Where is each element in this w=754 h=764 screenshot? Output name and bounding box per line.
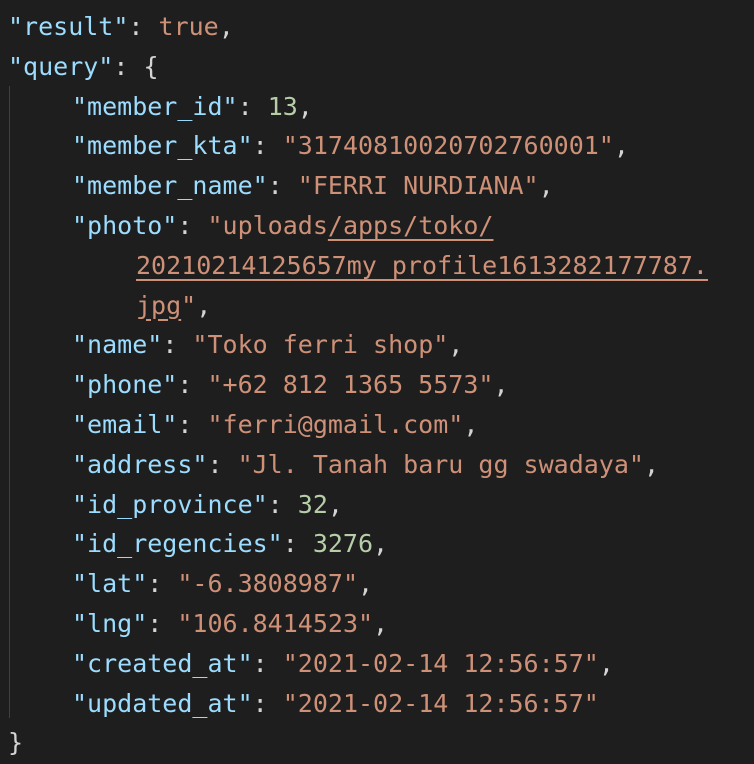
json-separator: :: [237, 91, 268, 121]
json-separator: :: [267, 171, 298, 201]
json-comma: ,: [373, 608, 389, 638]
json-separator: :: [128, 12, 159, 41]
json-key: "id_province": [72, 489, 268, 519]
json-value-string: "2021-02-14 12:56:57": [282, 648, 599, 678]
json-comma: ,: [598, 648, 614, 678]
json-key: "phone": [72, 370, 178, 400]
json-key: "photo": [72, 210, 178, 240]
json-key: "address": [72, 449, 208, 479]
code-line-email[interactable]: "email": "ferri@gmail.com",: [0, 405, 754, 445]
code-line-member-kta[interactable]: "member_kta": "31740810020702760001",: [0, 126, 754, 166]
json-separator: :: [282, 529, 313, 559]
code-line-closing-brace[interactable]: }: [0, 723, 754, 763]
code-line-query[interactable]: "query": {: [0, 47, 754, 87]
json-key: "name": [72, 330, 163, 360]
json-separator: :: [113, 51, 144, 81]
code-line-name[interactable]: "name": "Toko ferri shop",: [0, 325, 754, 365]
code-line-address[interactable]: "address": "Jl. Tanah baru gg swadaya",: [0, 445, 754, 485]
photo-path-link[interactable]: jpg: [136, 291, 181, 320]
code-line-member-id[interactable]: "member_id": 13,: [0, 87, 754, 127]
json-key: "result": [8, 12, 129, 41]
code-line-lng[interactable]: "lng": "106.8414523",: [0, 604, 754, 644]
photo-path-link[interactable]: 20210214125657my_profile1613282177787.: [136, 251, 708, 280]
code-line-lat[interactable]: "lat": "-6.3808987",: [0, 564, 754, 604]
json-value-string: "ferri@gmail.com": [207, 409, 464, 439]
code-line-member-name[interactable]: "member_name": "FERRI NURDIANA",: [0, 166, 754, 206]
code-line-photo-wrap-1[interactable]: 20210214125657my_profile1613282177787.: [0, 246, 754, 286]
json-separator: :: [267, 489, 298, 519]
json-comma: ,: [643, 449, 660, 479]
json-comma: ,: [538, 171, 554, 201]
json-value-string: "-6.3808987": [177, 569, 358, 599]
json-comma: ,: [297, 91, 313, 121]
json-close-brace: }: [8, 728, 24, 758]
json-key: "member_id": [72, 91, 238, 121]
json-separator: :: [162, 330, 193, 360]
code-line-photo-wrap-2[interactable]: jpg",: [0, 286, 754, 326]
code-line-created-at[interactable]: "created_at": "2021-02-14 12:56:57",: [0, 644, 754, 684]
json-value-number: 3276: [312, 529, 374, 559]
json-comma: ,: [463, 409, 479, 439]
json-value-string: "+62 812 1365 5573": [207, 370, 494, 400]
json-comma: ,: [327, 489, 343, 519]
json-separator: :: [252, 688, 283, 718]
json-key: "email": [72, 409, 178, 439]
json-comma: ,: [493, 370, 509, 400]
json-key: "lng": [72, 608, 148, 638]
json-comma: ,: [358, 569, 374, 599]
json-comma: ,: [196, 290, 212, 320]
json-key: "created_at": [72, 648, 253, 678]
code-line-updated-at[interactable]: "updated_at": "2021-02-14 12:56:57": [0, 684, 754, 724]
json-separator: :: [177, 409, 208, 439]
json-separator: :: [177, 210, 208, 240]
json-key: "updated_at": [72, 688, 253, 718]
code-line-result[interactable]: "result": true,: [0, 7, 754, 47]
json-code-view[interactable]: "result": true, "query": { "member_id": …: [0, 7, 754, 763]
code-line-id-province[interactable]: "id_province": 32,: [0, 485, 754, 525]
code-line-photo[interactable]: "photo": "uploads/apps/toko/: [0, 206, 754, 246]
json-separator: :: [177, 370, 208, 400]
json-value-string: "uploads: [207, 210, 328, 240]
json-comma: ,: [218, 12, 234, 41]
json-key: "lat": [72, 569, 148, 599]
json-key: "id_regencies": [72, 529, 283, 559]
json-value-number: 13: [267, 91, 298, 121]
json-value-string: "106.8414523": [177, 608, 374, 638]
json-separator: :: [252, 131, 283, 161]
json-key: "member_kta": [72, 131, 253, 161]
json-value-string: "Toko ferri shop": [192, 330, 449, 360]
json-key: "member_name": [72, 171, 268, 201]
code-line-phone[interactable]: "phone": "+62 812 1365 5573",: [0, 365, 754, 405]
json-value-boolean: true: [158, 12, 219, 41]
json-value-string: "Jl. Tanah baru gg swadaya": [237, 449, 644, 479]
json-value-string: ": [181, 290, 197, 320]
json-open-brace: {: [143, 51, 159, 81]
json-comma: ,: [373, 529, 389, 559]
json-separator: :: [252, 648, 283, 678]
code-line-id-regencies[interactable]: "id_regencies": 3276,: [0, 524, 754, 564]
photo-path-link[interactable]: /apps/toko/: [328, 211, 494, 240]
json-separator: :: [147, 608, 178, 638]
json-value-string: "31740810020702760001": [282, 131, 614, 161]
json-value-string: "FERRI NURDIANA": [297, 171, 539, 201]
json-value-string: "2021-02-14 12:56:57": [282, 688, 599, 718]
json-comma: ,: [448, 330, 464, 360]
json-comma: ,: [613, 131, 629, 161]
json-separator: :: [147, 569, 178, 599]
json-value-number: 32: [297, 489, 328, 519]
json-key: "query": [8, 51, 114, 81]
json-separator: :: [207, 449, 238, 479]
